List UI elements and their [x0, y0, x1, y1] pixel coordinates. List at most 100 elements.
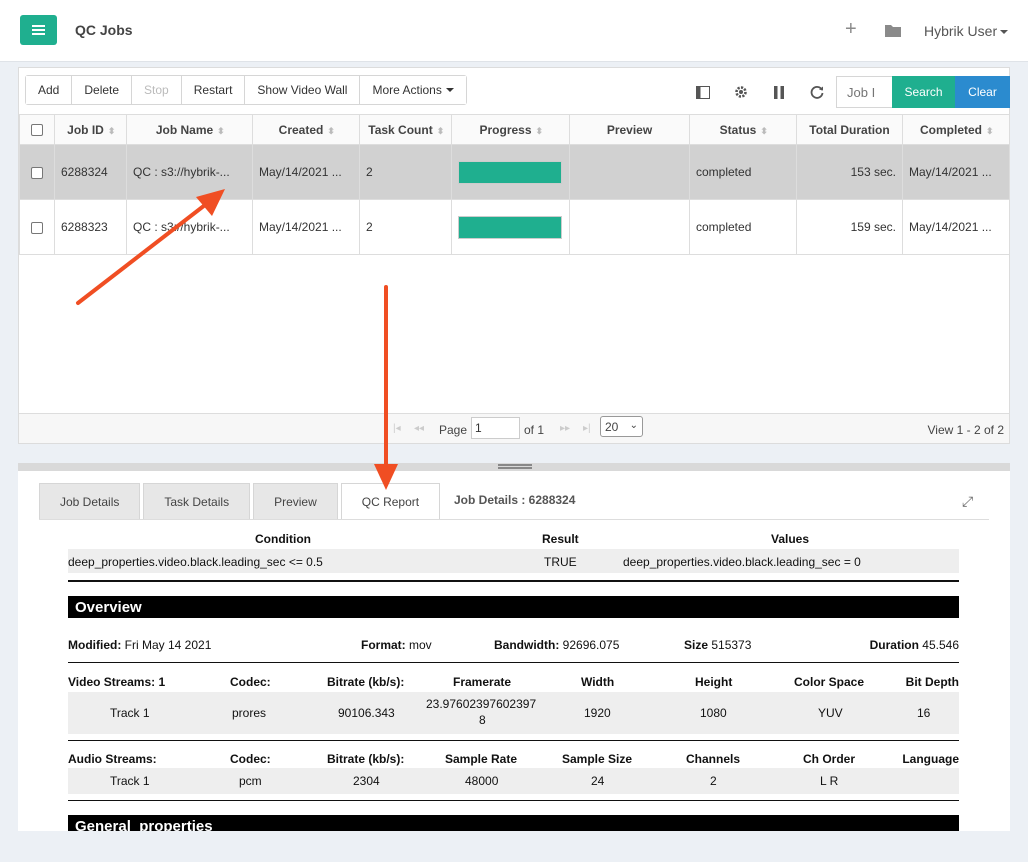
pagination-bar: |◂ ◂◂ Page of 1 ▸▸ ▸| 20 ⌄ View 1 - 2 of …: [19, 413, 1009, 443]
tab-job-details[interactable]: Job Details: [39, 483, 141, 520]
gear-icon[interactable]: [722, 76, 760, 108]
progress-bar: [458, 215, 562, 239]
right-toolbar: Search Clear: [684, 76, 1010, 108]
drag-handle-icon[interactable]: [498, 464, 532, 469]
row-checkbox[interactable]: [31, 166, 43, 179]
column-header-label: Progress: [479, 122, 532, 137]
status-cell: completed: [689, 144, 797, 200]
first-page-icon[interactable]: |◂: [393, 423, 401, 434]
plus-icon[interactable]: +: [845, 18, 857, 41]
status-cell: completed: [689, 199, 797, 255]
tab-task-details[interactable]: Task Details: [143, 483, 251, 520]
search-button[interactable]: Search: [892, 76, 955, 108]
table-row[interactable]: 6288323 QC : s3://hybrik-... May/14/2021…: [19, 199, 1010, 255]
clear-button[interactable]: Clear: [955, 76, 1010, 108]
modified-value: Fri May 14 2021: [124, 638, 212, 652]
general-properties-heading: General_properties: [68, 815, 959, 831]
completed-cell: May/14/2021 ...: [902, 199, 1010, 255]
delete-button[interactable]: Delete: [72, 76, 133, 104]
overview-heading: Overview: [68, 596, 959, 618]
audio-codec: pcm: [239, 774, 262, 788]
last-page-icon[interactable]: ▸|: [583, 423, 591, 434]
size-field: Size 515373: [684, 638, 751, 652]
column-header-total-duration[interactable]: Total Duration: [796, 114, 903, 145]
result-header: Result: [542, 532, 579, 546]
row-select-cell: [19, 199, 55, 255]
video-bitrate-header: Bitrate (kb/s):: [327, 675, 405, 689]
page-number-input[interactable]: [471, 417, 520, 439]
job-name-cell[interactable]: QC : s3://hybrik-...: [126, 199, 253, 255]
audio-ch-order: L R: [820, 774, 839, 788]
tabs-divider: [39, 519, 989, 520]
hamburger-menu-button[interactable]: [20, 15, 57, 45]
row-checkbox[interactable]: [31, 221, 43, 234]
pause-icon[interactable]: [760, 76, 798, 108]
table-header-row: Job ID ⬍ Job Name ⬍ Created ⬍ Task Count ⬍ P…: [19, 114, 1010, 145]
add-button[interactable]: Add: [26, 76, 73, 104]
format-label: Format:: [361, 638, 406, 652]
video-bit-depth: 16: [917, 706, 931, 720]
page-size-select[interactable]: 20 ⌄: [600, 416, 643, 437]
width-header: Width: [581, 675, 615, 689]
video-bitrate: 90106.343: [338, 706, 395, 720]
created-cell: May/14/2021 ...: [252, 144, 360, 200]
tab-preview[interactable]: Preview: [253, 483, 338, 520]
folder-icon[interactable]: [885, 24, 902, 37]
column-header-progress[interactable]: Progress ⬍: [451, 114, 570, 145]
video-width: 1920: [584, 706, 611, 720]
completed-cell: May/14/2021 ...: [902, 144, 1010, 200]
ch-order-header: Ch Order: [803, 752, 856, 766]
size-label: Size: [684, 638, 709, 652]
prev-page-icon[interactable]: ◂◂: [414, 423, 424, 434]
table-row[interactable]: 6288324 QC : s3://hybrik-... May/14/2021…: [19, 144, 1010, 200]
refresh-icon[interactable]: [798, 76, 836, 108]
sort-icon: ⬍: [535, 125, 544, 136]
expand-icon[interactable]: ⤢: [962, 493, 973, 510]
job-search-input[interactable]: [836, 76, 892, 108]
color-space-header: Color Space: [794, 675, 865, 689]
page-size-value: 20: [605, 420, 619, 434]
caret-down-icon: [445, 88, 454, 92]
select-all-checkbox[interactable]: [31, 124, 43, 137]
sort-icon: ⬍: [107, 125, 116, 136]
size-value: 515373: [711, 638, 752, 652]
duration-value: 45.546: [922, 638, 959, 652]
duration-cell: 153 sec.: [796, 144, 903, 200]
action-toolbar: Add Delete Stop Restart Show Video Wall …: [25, 75, 467, 105]
format-field: Format: mov: [361, 638, 432, 652]
column-header-label: Total Duration: [809, 122, 890, 137]
select-all-header: [19, 114, 55, 145]
more-actions-button[interactable]: More Actions: [360, 76, 466, 104]
columns-toggle-icon[interactable]: [684, 76, 722, 108]
user-name: Hybrik User: [924, 23, 998, 39]
page-title: QC Jobs: [75, 22, 133, 38]
column-header-completed[interactable]: Completed ⬍: [902, 114, 1010, 145]
sample-size-header: Sample Size: [562, 752, 633, 766]
column-header-created[interactable]: Created ⬍: [252, 114, 360, 145]
column-header-job-name[interactable]: Job Name ⬍: [126, 114, 253, 145]
next-page-icon[interactable]: ▸▸: [560, 423, 570, 434]
video-framerate-wrap: 8: [479, 713, 486, 727]
language-header: Language: [902, 752, 959, 766]
column-header-label: Task Count: [368, 122, 433, 137]
job-name-cell[interactable]: QC : s3://hybrik-...: [126, 144, 253, 200]
column-header-job-id[interactable]: Job ID ⬍: [54, 114, 127, 145]
tab-qc-report[interactable]: QC Report: [340, 483, 441, 520]
user-menu[interactable]: Hybrik User: [924, 23, 1009, 39]
panel-splitter[interactable]: [18, 463, 1010, 471]
restart-button[interactable]: Restart: [181, 76, 246, 104]
progress-fill: [459, 216, 561, 238]
show-video-wall-button[interactable]: Show Video Wall: [245, 76, 361, 104]
values-header: Values: [771, 532, 810, 546]
more-actions-label: More Actions: [372, 83, 442, 97]
chevron-down-icon: ⌄: [629, 420, 638, 431]
channels-header: Channels: [686, 752, 741, 766]
video-codec-header: Codec:: [230, 675, 271, 689]
bit-depth-header: Bit Depth: [905, 675, 959, 689]
column-header-status[interactable]: Status ⬍: [689, 114, 797, 145]
stop-button[interactable]: Stop: [132, 76, 182, 104]
top-bar: QC Jobs + Hybrik User: [0, 0, 1028, 62]
column-header-task-count[interactable]: Task Count ⬍: [359, 114, 452, 145]
audio-bitrate-header: Bitrate (kb/s):: [327, 752, 405, 766]
framerate-header: Framerate: [453, 675, 512, 689]
